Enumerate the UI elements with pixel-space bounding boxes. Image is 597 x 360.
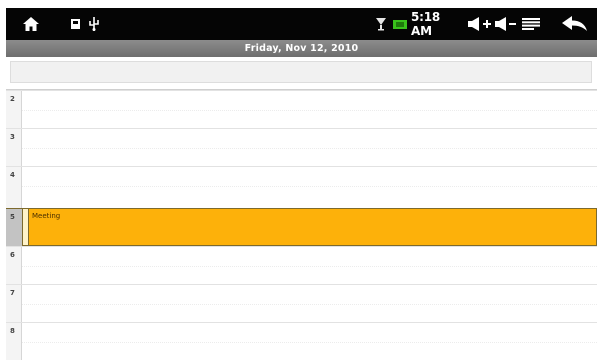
date-header: Friday, Nov 12, 2010	[6, 40, 597, 57]
hour-row[interactable]: 2	[6, 90, 597, 128]
half-hour-divider	[22, 110, 597, 111]
hour-row[interactable]: 3	[6, 128, 597, 166]
home-icon[interactable]	[20, 8, 42, 40]
app-window: 5:18 AM Friday, Nov 12, 2010 2 3 4 5 Mee…	[0, 0, 597, 360]
half-hour-divider	[22, 186, 597, 187]
hour-label: 8	[10, 327, 15, 335]
event-color-stripe	[23, 209, 29, 245]
hour-label: 3	[10, 133, 15, 141]
event-title: Meeting	[32, 212, 61, 220]
hour-row[interactable]: 7	[6, 284, 597, 322]
half-hour-divider	[22, 342, 597, 343]
battery-icon	[392, 8, 408, 40]
day-grid[interactable]: 2 3 4 5 Meeting 6 7 8	[6, 90, 597, 360]
hour-row[interactable]: 8	[6, 322, 597, 360]
hour-label: 2	[10, 95, 15, 103]
half-hour-divider	[22, 148, 597, 149]
event-block[interactable]: Meeting	[22, 208, 597, 246]
hour-label: 5	[10, 213, 15, 221]
hour-label: 6	[10, 251, 15, 259]
wifi-icon	[375, 8, 387, 40]
hour-row[interactable]: 4	[6, 166, 597, 204]
menu-icon[interactable]	[521, 8, 541, 40]
status-time: 5:18 AM	[411, 10, 441, 38]
hour-label: 4	[10, 171, 15, 179]
hour-row[interactable]: 6	[6, 246, 597, 284]
half-hour-divider	[22, 304, 597, 305]
half-hour-divider	[22, 266, 597, 267]
usb-icon	[86, 8, 102, 40]
all-day-area[interactable]	[10, 61, 592, 83]
volume-down-icon[interactable]	[494, 8, 518, 40]
sd-card-icon	[68, 8, 82, 40]
back-icon[interactable]	[560, 8, 590, 40]
status-bar: 5:18 AM	[6, 8, 597, 40]
volume-up-icon[interactable]	[465, 8, 497, 40]
hour-label: 7	[10, 289, 15, 297]
all-day-strip[interactable]	[6, 57, 597, 90]
